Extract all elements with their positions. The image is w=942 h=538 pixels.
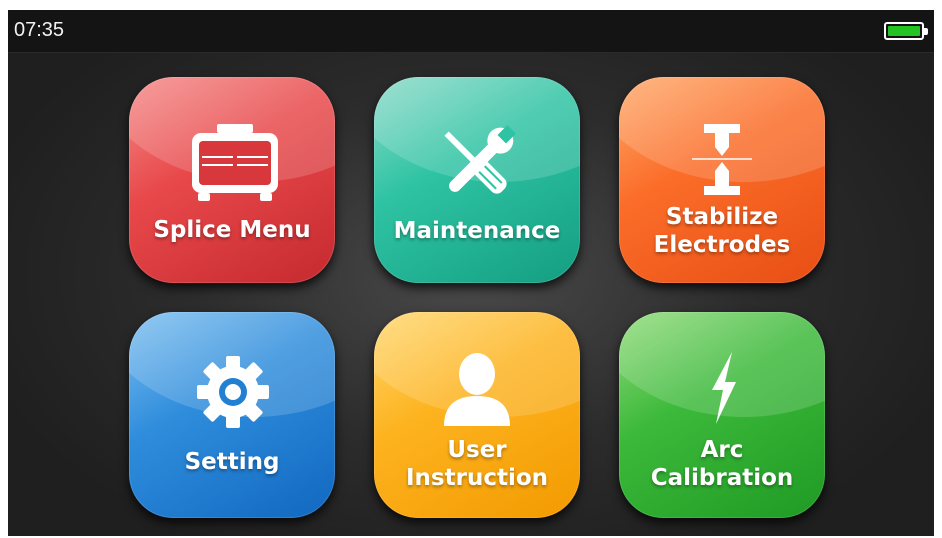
home-screen: 07:35 Splice Menu Maintenance Stabilize …: [8, 10, 934, 536]
battery-icon: [884, 22, 928, 40]
splice-menu-label: Splice Menu: [153, 217, 311, 243]
maintenance-label: Maintenance: [393, 218, 561, 244]
battery-level: [888, 26, 920, 36]
user-icon: [444, 353, 510, 426]
electrodes-icon: [692, 124, 752, 195]
user-instruction-label: User Instruction: [405, 437, 549, 491]
maintenance-button[interactable]: Maintenance: [374, 77, 580, 283]
lightning-icon: [712, 352, 736, 424]
stabilize-electrodes-label: Stabilize Electrodes: [653, 204, 791, 258]
clock: 07:35: [14, 19, 65, 41]
stabilize-electrodes-button[interactable]: Stabilize Electrodes: [619, 77, 825, 283]
splicer-device-icon: [192, 124, 278, 201]
setting-label: Setting: [184, 449, 280, 475]
status-bar: 07:35: [8, 10, 934, 53]
splice-menu-button[interactable]: Splice Menu: [129, 77, 335, 283]
user-instruction-button[interactable]: User Instruction: [374, 312, 580, 518]
arc-calibration-label: Arc Calibration: [650, 437, 794, 491]
setting-button[interactable]: Setting: [129, 312, 335, 518]
gear-icon: [197, 356, 269, 428]
arc-calibration-button[interactable]: Arc Calibration: [619, 312, 825, 518]
wrench-screwdriver-icon: [444, 125, 516, 194]
